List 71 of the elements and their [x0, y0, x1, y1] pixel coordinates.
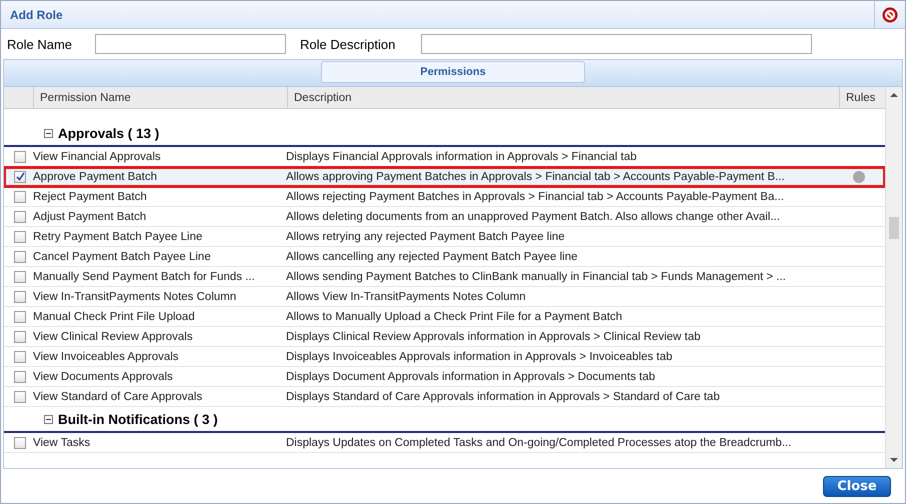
permission-row[interactable]: Manual Check Print File Upload Allows to Manually Upload a Check Print File for a Payment Batch: [4, 307, 885, 327]
permission-description: Allows retrying any rejected Payment Batch Payee line: [285, 230, 566, 242]
permission-name: View Clinical Review Approvals: [32, 330, 194, 342]
permission-description: Displays Invoiceables Approvals information in Approvals > Invoiceables tab: [285, 350, 674, 362]
permission-description: Allows deleting documents from an unapproved Payment Batch. Also allows change other Avail...: [285, 210, 781, 222]
permission-name: Adjust Payment Batch: [32, 210, 148, 222]
group-title: Built-in Notifications ( 3 ): [58, 412, 218, 426]
close-icon[interactable]: [882, 6, 898, 22]
permission-row[interactable]: Approve Payment Batch Allows approving Payment Batches in Approvals > Financial tab > Accounts Payable-Payment B...: [4, 167, 885, 187]
permission-name: Retry Payment Batch Payee Line: [32, 230, 204, 242]
permission-row[interactable]: View In-TransitPayments Notes Column Allows View In-TransitPayments Notes Column: [4, 287, 885, 307]
permission-name: View Documents Approvals: [32, 370, 174, 382]
collapse-icon[interactable]: [44, 414, 53, 424]
column-header: Description: [287, 87, 839, 108]
permission-description: Allows rejecting Payment Batches in Approvals > Financial tab > Accounts Payable-Payment Ba...: [285, 190, 785, 202]
checkbox[interactable]: [14, 210, 26, 222]
permission-name: View Invoiceables Approvals: [32, 350, 180, 362]
permission-description: Allows cancelling any rejected Payment Batch Payee line: [285, 250, 578, 262]
close-button[interactable]: Close: [823, 476, 891, 496]
rule-indicator-icon[interactable]: [852, 170, 864, 182]
permission-row[interactable]: Retry Payment Batch Payee Line Allows retrying any rejected Payment Batch Payee line: [4, 227, 885, 247]
permission-row[interactable]: Adjust Payment Batch Allows deleting documents from an unapproved Payment Batch. Also allows change other Avail...: [4, 207, 885, 227]
permission-description: Displays Standard of Care Approvals information in Approvals > Standard of Care tab: [285, 390, 721, 402]
permission-row[interactable]: View Standard of Care Approvals Displays Standard of Care Approvals information in Approvals > Standard of Care tab: [4, 387, 885, 407]
permission-name: View Financial Approvals: [32, 150, 162, 162]
permission-name: Approve Payment Batch: [32, 170, 158, 182]
field-label: Role Name: [7, 36, 74, 52]
checkbox[interactable]: [14, 330, 26, 342]
permission-name: View Standard of Care Approvals: [32, 390, 204, 402]
permission-description: Allows approving Payment Batches in Approvals > Financial tab > Accounts Payable-Payment B...: [285, 170, 786, 182]
checkbox[interactable]: [14, 390, 26, 402]
permission-row[interactable]: Reject Payment Batch Allows rejecting Payment Batches in Approvals > Financial tab > Accounts Payable-Payment Ba...: [4, 187, 885, 207]
checkbox[interactable]: [14, 350, 26, 362]
permission-name: Manual Check Print File Upload: [32, 310, 196, 322]
permission-description: Allows View In-TransitPayments Notes Column: [285, 290, 527, 302]
permission-name: Reject Payment Batch: [32, 190, 148, 202]
permission-row[interactable]: Manually Send Payment Batch for Funds ... Allows sending Payment Batches to ClinBank manually in Financial tab > Funds Management > ...: [4, 267, 885, 287]
checkbox[interactable]: [14, 150, 26, 162]
permission-row[interactable]: View Tasks Displays Updates on Completed Tasks and On-going/Completed Processes atop the Breadcrumb...: [4, 433, 885, 453]
collapse-icon[interactable]: [44, 128, 53, 138]
permission-description: Displays Financial Approvals information in Approvals > Financial tab: [285, 150, 638, 162]
permissions-tab[interactable]: Permissions: [321, 61, 585, 83]
permission-name: Manually Send Payment Batch for Funds ...: [32, 270, 256, 282]
checkbox[interactable]: [14, 250, 26, 262]
permission-row[interactable]: View Clinical Review Approvals Displays Clinical Review Approvals information in Approvals > Clinical Review tab: [4, 327, 885, 347]
permission-name: View In-TransitPayments Notes Column: [32, 290, 238, 302]
permission-description: Allows sending Payment Batches to ClinBank manually in Financial tab > Funds Management > ...: [285, 270, 787, 282]
window-title: Add Role: [9, 8, 63, 22]
role-description-field[interactable]: [421, 34, 812, 54]
permission-name: View Tasks: [32, 436, 92, 448]
permission-row[interactable]: View Documents Approvals Displays Document Approvals information in Approvals > Documents tab: [4, 367, 885, 387]
checkbox[interactable]: [14, 370, 26, 382]
permission-row[interactable]: View Invoiceables Approvals Displays Invoiceables Approvals information in Approvals > Invoiceables tab: [4, 347, 885, 367]
column-header: Permission Name: [33, 87, 287, 108]
role-name-field[interactable]: [95, 34, 286, 54]
field-label: Role Description: [300, 36, 396, 52]
checkbox[interactable]: [14, 436, 26, 448]
checkbox[interactable]: [14, 190, 26, 202]
permission-description: Displays Updates on Completed Tasks and On-going/Completed Processes atop the Breadcrumb...: [285, 436, 792, 448]
checkbox[interactable]: [14, 310, 26, 322]
checkbox[interactable]: [14, 290, 26, 302]
permission-description: Allows to Manually Upload a Check Print File for a Payment Batch: [285, 310, 624, 322]
permission-name: Cancel Payment Batch Payee Line: [32, 250, 212, 262]
checkbox[interactable]: [14, 170, 26, 182]
permission-row[interactable]: Cancel Payment Batch Payee Line Allows cancelling any rejected Payment Batch Payee line: [4, 247, 885, 267]
permission-description: Displays Document Approvals information in Approvals > Documents tab: [285, 370, 656, 382]
checkbox[interactable]: [14, 230, 26, 242]
group-title: Approvals ( 13 ): [58, 126, 160, 140]
scrollbar[interactable]: [885, 87, 902, 468]
permission-description: Displays Clinical Review Approvals information in Approvals > Clinical Review tab: [285, 330, 702, 342]
checkbox[interactable]: [14, 270, 26, 282]
